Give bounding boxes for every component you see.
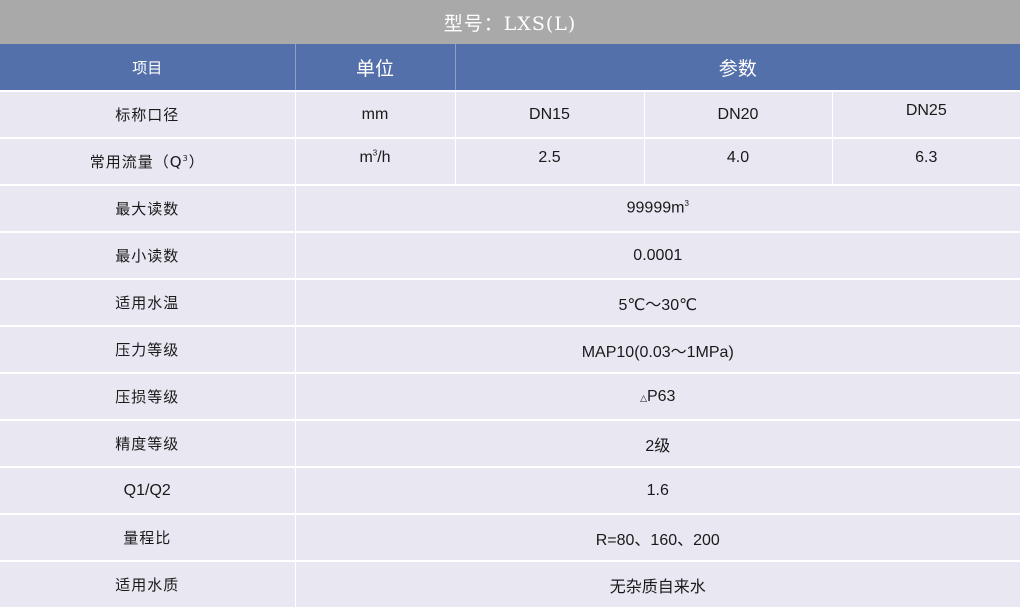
row-value: R=80、160、200	[295, 514, 1020, 562]
row-label: 适用水质	[0, 561, 296, 609]
row-value-text: 4.0	[726, 148, 750, 166]
row-label-end: ）	[188, 153, 205, 171]
row-value: 2级	[295, 420, 1020, 468]
row-label: 最大读数	[0, 185, 296, 233]
row-value-text: 2.5	[538, 148, 561, 166]
row-value: 1.6	[295, 467, 1020, 515]
row-value: 4.0	[644, 138, 833, 186]
table-row: 最小读数 0.0001	[0, 232, 1020, 280]
row-label: Q1/Q2	[0, 467, 296, 515]
row-value: DN25	[832, 91, 1020, 139]
row-unit-text: m	[359, 148, 373, 166]
table-row: 压损等级 △P63	[0, 373, 1020, 421]
row-label: 压损等级	[0, 373, 296, 421]
table-row: 适用水质 无杂质自来水	[0, 561, 1020, 609]
table-row: 常用流量（Q3） m3/h 2.5 4.0 6.3	[0, 138, 1020, 186]
table-row: Q1/Q2 1.6	[0, 467, 1020, 515]
row-unit-wrap: m3/h	[359, 148, 391, 166]
table-row: 适用水温 5℃～30℃	[0, 279, 1020, 327]
row-value: 0.0001	[295, 232, 1020, 280]
row-value: DN20	[644, 91, 833, 139]
row-value-text: 6.3	[915, 148, 938, 166]
spec-sheet: 型号：LXS(L) 项目 单位 参数 标称口径 mm DN15 DN20 DN2…	[0, 0, 1020, 609]
table-row: 最大读数 99999m3	[0, 185, 1020, 233]
header-item: 项目	[0, 44, 296, 92]
row-value: △P63	[295, 373, 1020, 421]
row-label: 适用水温	[0, 279, 296, 327]
row-value-text: DN25	[905, 101, 947, 119]
row-value: 99999m3	[295, 185, 1020, 233]
row-value: 5℃～30℃	[295, 279, 1020, 327]
delta-icon: △	[640, 392, 647, 403]
row-label-text: 常用流量（Q	[89, 153, 183, 171]
model-title: 型号：LXS(L)	[0, 0, 1020, 44]
table-row: 量程比 R=80、160、200	[0, 514, 1020, 562]
row-value-text: P63	[646, 387, 676, 405]
table-row: 压力等级 MAP10(0.03～1MPa)	[0, 326, 1020, 374]
row-value: 6.3	[832, 138, 1020, 186]
row-label: 压力等级	[0, 326, 296, 374]
row-value-text: 99999m	[626, 199, 685, 217]
row-value: DN15	[455, 91, 645, 139]
spec-table: 项目 单位 参数 标称口径 mm DN15 DN20 DN25 常用流量（Q3）…	[0, 44, 1020, 609]
header-params: 参数	[455, 44, 1020, 92]
row-label: 标称口径	[0, 91, 296, 139]
row-value: 无杂质自来水	[295, 561, 1020, 609]
row-value-sup: 3	[684, 199, 689, 209]
row-label: 量程比	[0, 514, 296, 562]
table-row: 标称口径 mm DN15 DN20 DN25	[0, 91, 1020, 139]
table-row: 精度等级 2级	[0, 420, 1020, 468]
row-label: 精度等级	[0, 420, 296, 468]
row-unit-end: /h	[377, 148, 391, 166]
row-label: 最小读数	[0, 232, 296, 280]
row-label: 常用流量（Q3）	[0, 138, 296, 186]
row-value: MAP10(0.03～1MPa)	[295, 326, 1020, 374]
row-unit: mm	[295, 91, 456, 139]
header-unit: 单位	[295, 44, 456, 92]
row-unit: m3/h	[295, 138, 456, 186]
table-header-row: 项目 单位 参数	[0, 44, 1020, 92]
row-value: 2.5	[455, 138, 645, 186]
